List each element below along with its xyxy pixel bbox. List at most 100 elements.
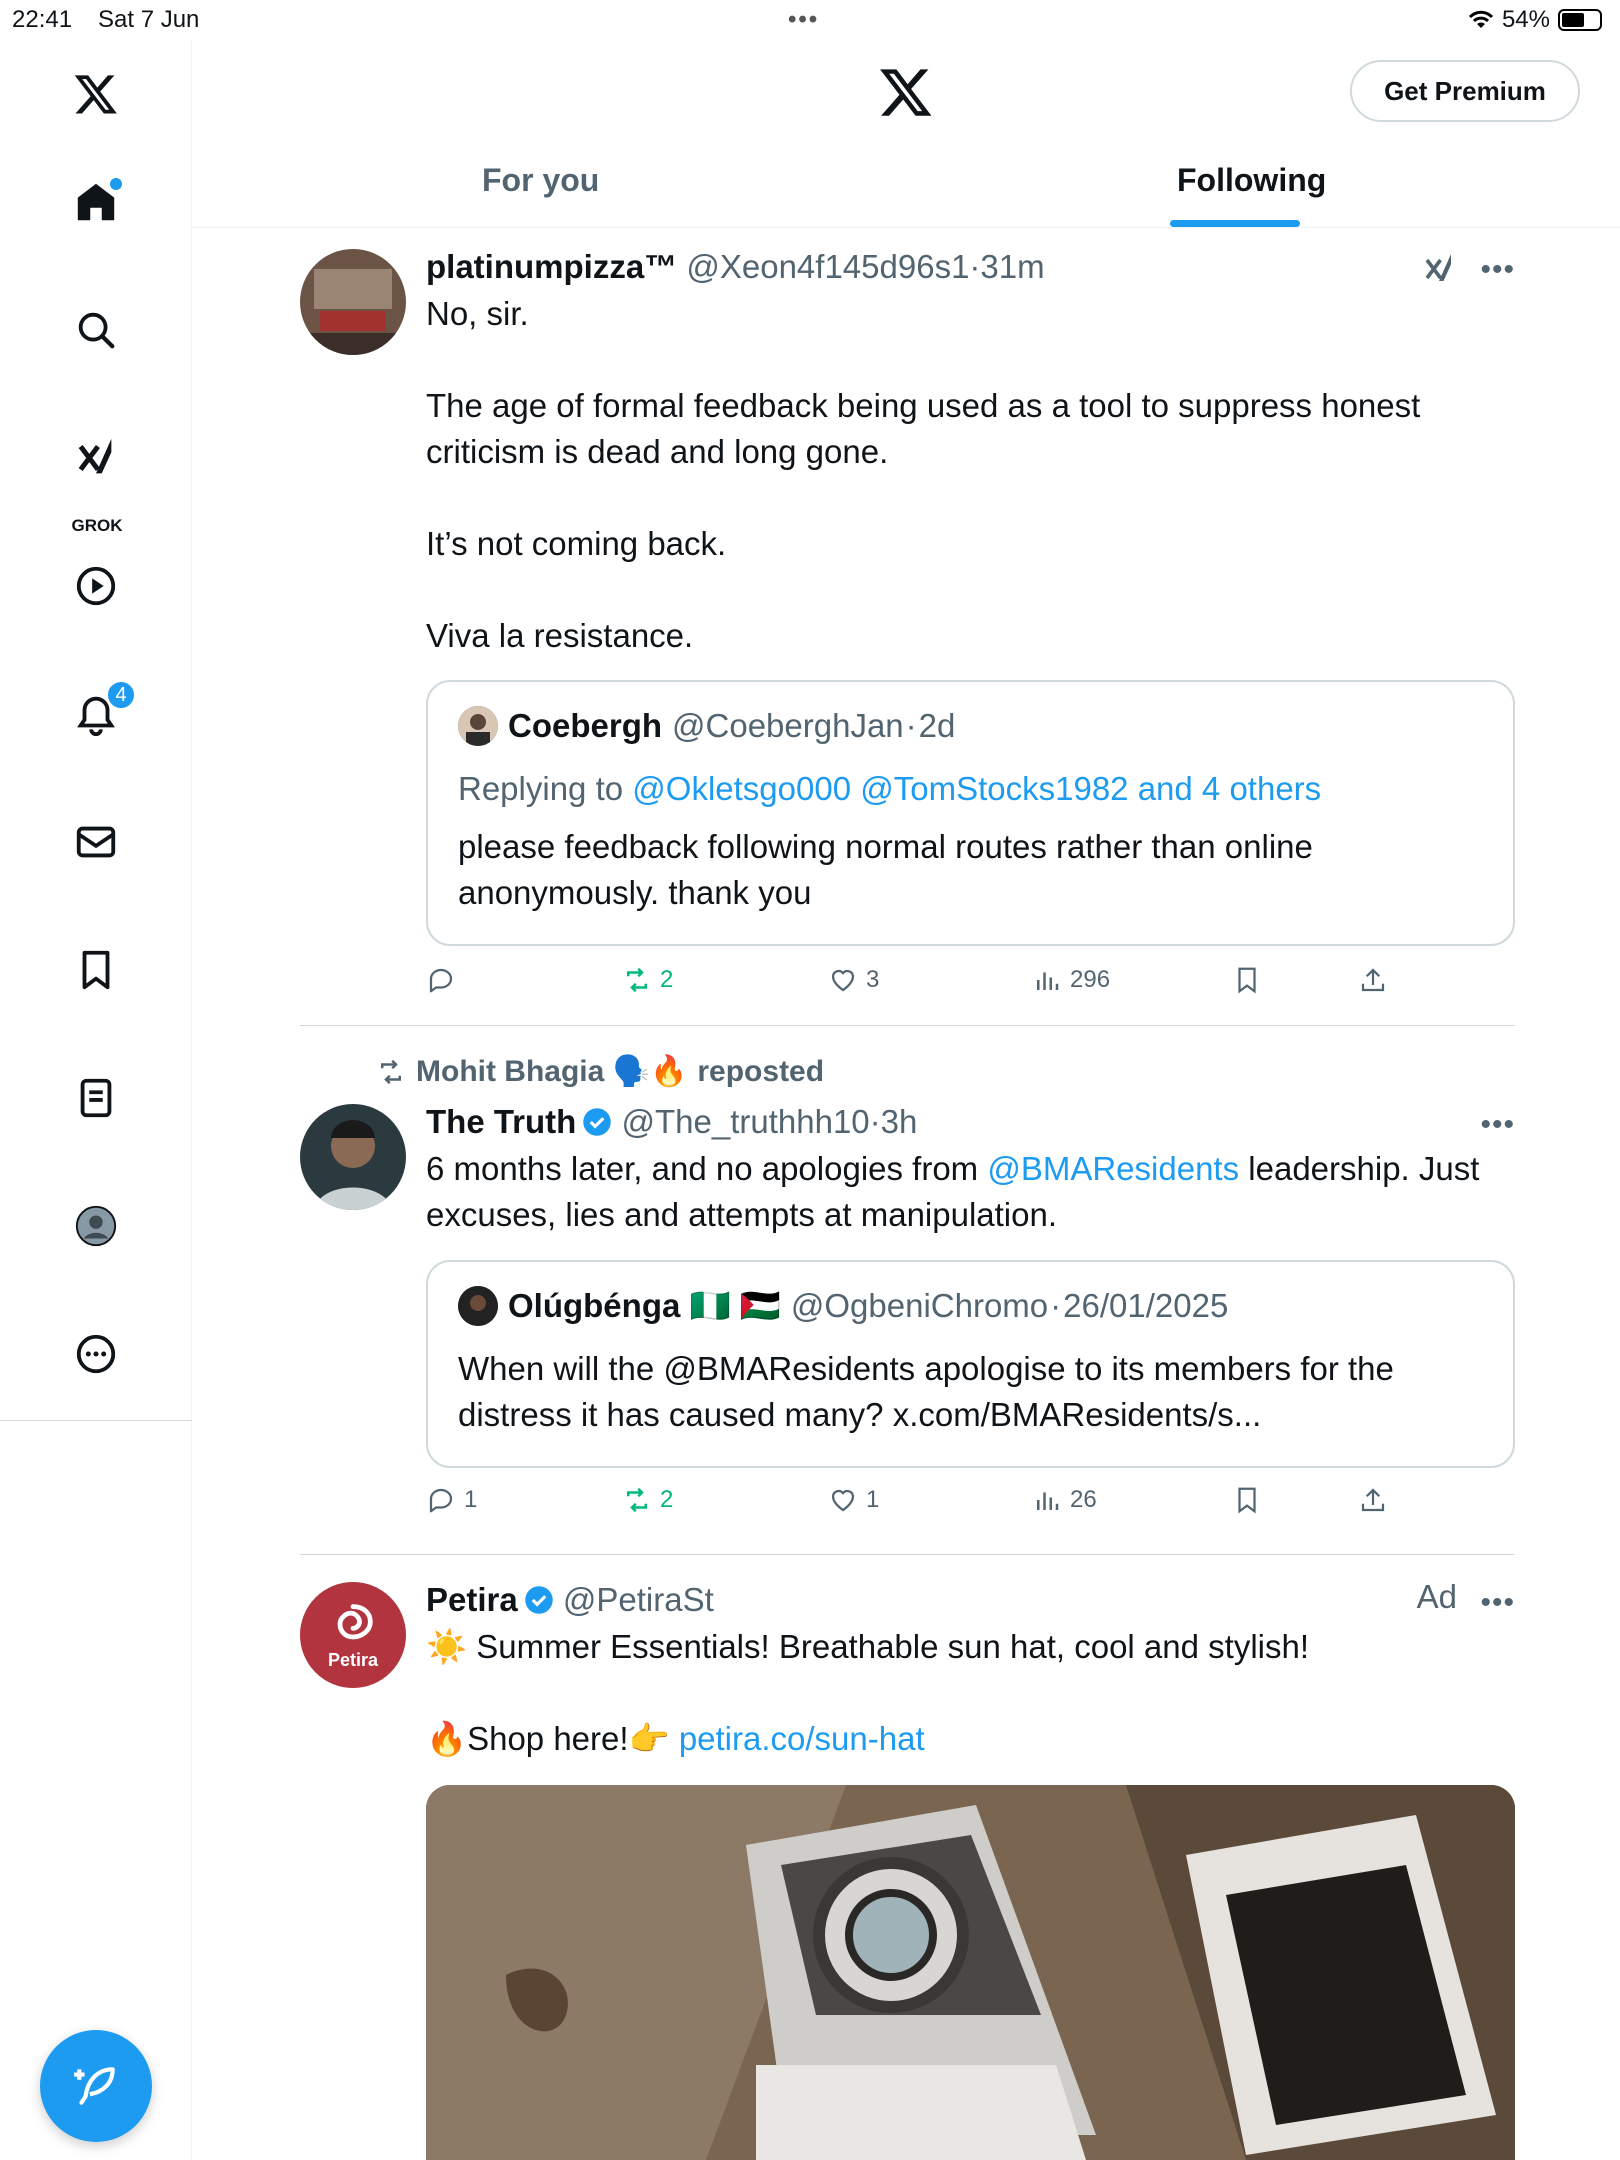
repost-icon (627, 967, 647, 993)
tweet-text-line-2: 🔥Shop here!👉 petira.co/sun-hat (426, 1716, 1515, 1762)
active-tab-indicator (1170, 220, 1300, 227)
heart-icon (831, 969, 855, 992)
more-options-icon[interactable]: ••• (1480, 1108, 1515, 1142)
quoted-tweet[interactable]: Coebergh @CoeberghJan · 2d Replying to @Ok… (426, 680, 1515, 946)
petira-logo-icon (337, 1603, 373, 1639)
view-count: 296 (1070, 966, 1111, 993)
quote-author-name: Olúgbénga 🇳🇬 🇵🇸 (508, 1286, 781, 1324)
ad-label: Ad (1416, 1578, 1457, 1615)
search-icon[interactable] (64, 298, 128, 362)
multitask-dots-icon[interactable]: ••• (788, 6, 819, 34)
author-handle[interactable]: @PetiraSt (563, 1581, 714, 1618)
x-header-logo-icon[interactable] (878, 64, 934, 120)
quote-avatar (458, 1286, 498, 1326)
author-name[interactable]: The Truth (426, 1103, 576, 1140)
get-premium-button[interactable]: Get Premium (1350, 60, 1580, 122)
battery-percent: 54% (1501, 6, 1550, 33)
share-button[interactable] (1358, 965, 1388, 995)
tweet-3-ad[interactable]: Petira Petira @PetiraSt ☀️ Summer Essent… (300, 1578, 1515, 2160)
repost-button[interactable]: 2 (622, 1485, 673, 1515)
views-chart-icon (1037, 972, 1059, 990)
tweet-2[interactable]: The Truth @The_truthhh10·3h 6 months lat… (300, 1100, 1515, 1540)
author-name[interactable]: Petira (426, 1581, 518, 1618)
tweet-text: No, sir. The age of formal feedback bein… (426, 295, 1421, 654)
shop-prefix: 🔥Shop here!👉 (426, 1720, 679, 1757)
tweet-header: Petira @PetiraSt (426, 1578, 1515, 1622)
status-date: Sat 7 Jun (98, 6, 200, 33)
bookmark-button[interactable] (1232, 965, 1262, 995)
tweet-header: platinumpizza™ @Xeon4f145d96s1·31m (426, 248, 1045, 285)
tweet-1[interactable]: platinumpizza™ @Xeon4f145d96s1·31m No, s… (300, 245, 1515, 1015)
views-button[interactable]: 26 (1032, 1485, 1097, 1515)
tweet-text-part: 6 months later, and no apologies from (426, 1150, 988, 1187)
compose-post-button[interactable] (40, 2030, 152, 2142)
tweet-time[interactable]: 3h (881, 1103, 918, 1140)
reply-button[interactable]: 1 (426, 1485, 477, 1515)
quote-time: 26/01/2025 (1063, 1287, 1229, 1324)
tweet-time[interactable]: 31m (980, 248, 1044, 285)
share-button[interactable] (1358, 1485, 1388, 1515)
replying-to-mentions[interactable]: @Okletsgo000 @TomStocks1982 and 4 others (632, 770, 1321, 807)
like-button[interactable]: 3 (828, 965, 879, 995)
avatar-brand-text: Petira (327, 1649, 379, 1670)
repost-icon (627, 1487, 647, 1513)
quote-avatar (458, 706, 498, 746)
avatar[interactable]: Petira (300, 1582, 406, 1688)
more-options-icon[interactable] (64, 1322, 128, 1386)
ad-media-image[interactable] (426, 1785, 1515, 2160)
notification-badge: 4 (106, 680, 136, 710)
replying-to-line: Replying to @Okletsgo000 @TomStocks1982 … (458, 766, 1483, 812)
bookmark-button[interactable] (1232, 1485, 1262, 1515)
views-button[interactable]: 296 (1032, 965, 1110, 995)
timeline-header: Get Premium For you Following (192, 40, 1620, 228)
reply-icon (429, 1488, 453, 1513)
quote-time: 2d (918, 707, 956, 744)
profile-avatar-icon[interactable] (64, 1194, 128, 1258)
author-name[interactable]: platinumpizza™ (426, 248, 677, 285)
like-button[interactable]: 1 (828, 1485, 879, 1515)
sidebar-divider (0, 1420, 192, 1421)
messages-envelope-icon[interactable] (64, 810, 128, 874)
tweet-actions: 2 3 296 (426, 965, 1515, 1009)
author-handle[interactable]: @Xeon4f145d96s1 (686, 248, 969, 285)
grok-icon[interactable] (64, 426, 128, 490)
like-count: 3 (866, 966, 880, 993)
more-options-icon[interactable]: ••• (1480, 1586, 1515, 1620)
tweet-text: 6 months later, and no apologies from @B… (426, 1146, 1515, 1238)
lists-icon[interactable] (64, 1066, 128, 1130)
avatar[interactable] (300, 1104, 406, 1210)
tab-for-you[interactable]: For you (482, 162, 599, 199)
grok-explain-icon[interactable] (1421, 251, 1457, 287)
views-chart-icon (1037, 1492, 1059, 1510)
share-icon (1361, 968, 1385, 992)
more-options-icon[interactable]: ••• (1480, 253, 1515, 287)
ad-link[interactable]: petira.co/sun-hat (679, 1720, 925, 1757)
reply-count: 1 (464, 1486, 478, 1513)
avatar[interactable] (300, 249, 406, 355)
repost-context[interactable]: Mohit Bhagia 🗣️🔥 reposted (376, 1054, 824, 1089)
quote-author-handle: @CoeberghJan (672, 707, 904, 744)
author-handle[interactable]: @The_truthhh10 (622, 1103, 870, 1140)
mention-link[interactable]: @BMAResidents (987, 1150, 1239, 1187)
quote-header: Olúgbénga 🇳🇬 🇵🇸 @OgbeniChromo · 26/01/2025 (458, 1286, 1228, 1326)
repost-button[interactable]: 2 (622, 965, 673, 995)
bookmark-icon (1238, 967, 1256, 994)
bookmarks-icon[interactable] (64, 938, 128, 1002)
replying-prefix: Replying to (458, 770, 624, 807)
tweet-divider (300, 1554, 1515, 1555)
tweet-header: The Truth @The_truthhh10·3h (426, 1103, 918, 1140)
quote-header: Coebergh @CoeberghJan · 2d (458, 706, 955, 746)
x-logo-icon[interactable] (64, 62, 128, 126)
home-icon[interactable] (64, 170, 128, 234)
tweet-divider (300, 1025, 1515, 1026)
tab-following[interactable]: Following (1177, 162, 1326, 199)
reposter-name[interactable]: Mohit Bhagia 🗣️🔥 (416, 1054, 687, 1089)
quoted-tweet[interactable]: Olúgbénga 🇳🇬 🇵🇸 @OgbeniChromo · 26/01/2025… (426, 1260, 1515, 1468)
repost-count: 2 (660, 966, 674, 993)
reposted-label: reposted (697, 1054, 825, 1088)
notifications-bell-icon[interactable]: 4 (64, 680, 136, 746)
video-play-icon[interactable] (64, 554, 128, 618)
reply-button[interactable] (426, 965, 464, 995)
view-count: 26 (1070, 1486, 1097, 1513)
status-bar: 22:41 Sat 7 Jun ••• 54% (0, 0, 1620, 40)
